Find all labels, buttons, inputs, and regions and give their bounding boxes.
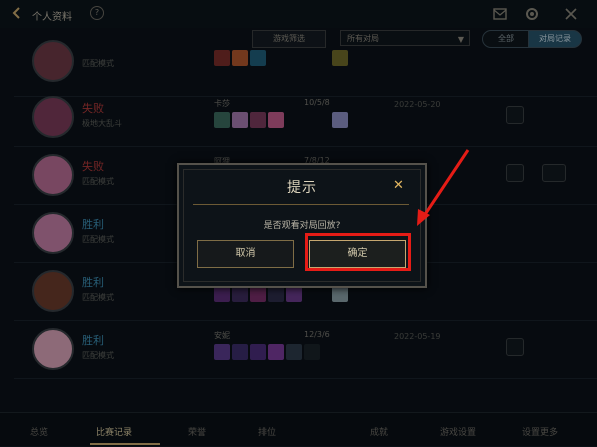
annotation-arrow-icon [417, 149, 470, 226]
